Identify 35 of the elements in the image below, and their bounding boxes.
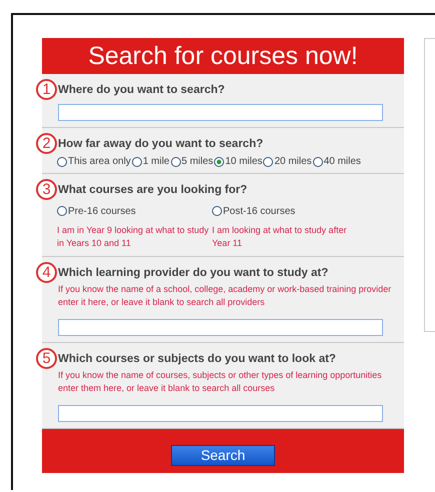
radio-icon[interactable] xyxy=(263,156,274,166)
search-button[interactable]: Search xyxy=(171,444,275,466)
radio-icon[interactable] xyxy=(214,156,224,166)
step-number: 1 xyxy=(36,79,57,100)
question-label: Which learning provider do you want to study at? xyxy=(58,266,328,278)
radio-option[interactable]: 10 miles xyxy=(214,156,262,167)
step-number: 5 xyxy=(36,348,57,369)
radio-option[interactable]: Post-16 courses xyxy=(212,206,296,216)
radio-option[interactable]: This area only xyxy=(57,156,131,167)
question-label: What courses are you looking for? xyxy=(58,184,248,196)
radio-icon[interactable] xyxy=(132,156,142,166)
question-label: Where do you want to search? xyxy=(58,84,225,96)
radio-option[interactable]: 5 miles xyxy=(170,156,214,167)
radio-icon[interactable] xyxy=(57,206,67,216)
step-number: 2 xyxy=(36,133,57,154)
input-field[interactable] xyxy=(58,104,383,121)
radio-icon[interactable] xyxy=(57,156,67,166)
question-label: Which courses or subjects do you want to look at? xyxy=(58,352,336,364)
input-field[interactable] xyxy=(58,405,383,422)
hint-text: If you know the name of a school, college, academy or work-based training provider enter it here, or leave it blank to search all providers xyxy=(57,283,392,309)
option-description: I am looking at what to study after Year 11 xyxy=(212,224,348,250)
option-description: I am in Year 9 looking at what to study in Years 10 and 11 xyxy=(57,224,210,250)
input-field[interactable] xyxy=(58,319,383,336)
radio-option[interactable]: 40 miles xyxy=(312,156,361,167)
radio-icon[interactable] xyxy=(212,206,222,216)
radio-option[interactable]: Pre-16 courses xyxy=(57,206,136,216)
question-label: How far away do you want to search? xyxy=(58,138,264,150)
panel-title: Search for courses now! xyxy=(88,42,358,70)
radio-option[interactable]: 20 miles xyxy=(263,156,312,167)
hint-text: If you know the name of courses, subjects or other types of learning opportunities enter them here, or leave it blank to search all courses xyxy=(57,369,383,395)
radio-icon[interactable] xyxy=(170,156,180,166)
radio-icon[interactable] xyxy=(312,156,323,166)
step-number: 3 xyxy=(36,179,57,200)
step-number: 4 xyxy=(36,262,57,283)
radio-option[interactable]: 1 mile xyxy=(132,156,170,167)
